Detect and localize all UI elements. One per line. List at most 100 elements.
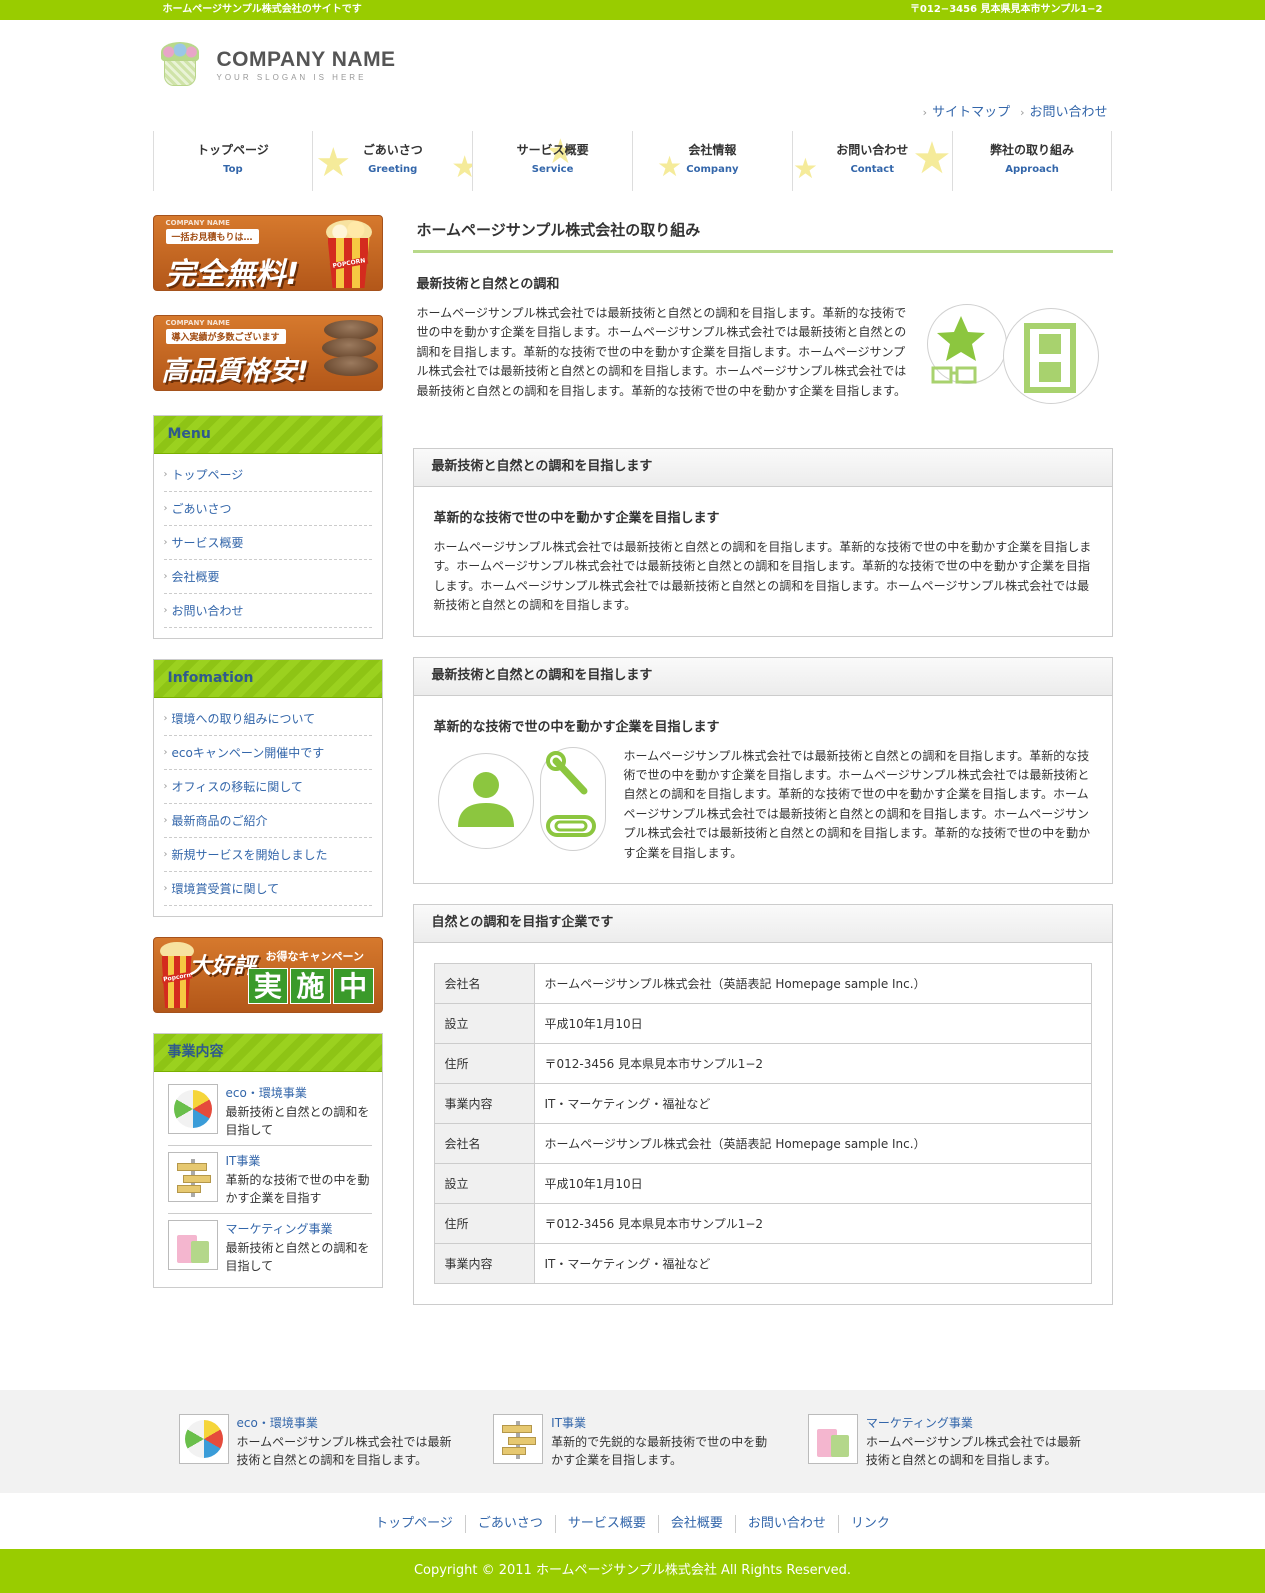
info-item[interactable]: 環境への取り組みについて [163,702,372,736]
table-row: 会社名 ホームページサンプル株式会社（英語表記 Homepage sample I… [433,1123,1092,1165]
business-item-title[interactable]: eco・環境事業 [226,1084,372,1101]
business-item[interactable]: IT事業 革新的な技術で世の中を動かす企業を目指す [167,1152,372,1214]
table-label: 事業内容 [433,1083,535,1125]
table-value: 〒012-3456 見本県見本市サンプル1−2 [533,1043,1092,1085]
menu-item-greeting[interactable]: ごあいさつ [163,492,372,526]
menu-item-top[interactable]: トップページ [163,458,372,492]
free-estimate-banner[interactable]: COMPANY NAME 一括お見積もりは… 完全無料! POPCORN [152,215,383,291]
footer: eco・環境事業 ホームページサンプル株式会社では最新技術と自然との調和を目指し… [0,1390,1265,1593]
gnav-sublabel: Top [223,164,243,175]
business-item-desc: 最新技術と自然との調和を目指して [225,1105,370,1137]
business-item[interactable]: マーケティング事業 最新技術と自然との調和を目指して [167,1220,372,1281]
business-title: 事業内容 [153,1034,382,1072]
footer-business-desc: 革新的で先鋭的な最新技術で世の中を動かす企業を目指します。 [551,1435,768,1467]
business-item-desc: 最新技術と自然との調和を目指して [225,1241,370,1273]
star-film-icon [931,316,1076,393]
menu-item-service[interactable]: サービス概要 [163,526,372,560]
footer-business-title[interactable]: IT事業 [551,1414,778,1431]
star-film-illustration [926,304,1107,414]
sitemap-link[interactable]: サイトマップ [923,101,1010,120]
beach-ball-icon [178,1414,229,1464]
page-title: ホームページサンプル株式会社の取り組み [412,215,1113,253]
footer-link-top[interactable]: トップページ [363,1515,466,1533]
info-item[interactable]: 環境賞受賞に関して [163,872,372,906]
company-name: COMPANY NAME [216,48,396,71]
table-value: ホームページサンプル株式会社（英語表記 Homepage sample Inc.… [533,1123,1092,1165]
gnav-top[interactable]: トップページ Top [154,131,314,191]
table-label: 設立 [433,1003,535,1045]
gnav-label: トップページ [197,143,269,157]
table-value: IT・マーケティング・福祉など [533,1243,1092,1285]
footer-link-contact[interactable]: お問い合わせ [736,1515,839,1533]
company-slogan: YOUR SLOGAN IS HERE [216,73,367,82]
table-row: 設立 平成10年1月10日 [433,1163,1092,1205]
panel-heading: 最新技術と自然との調和を目指します [413,657,1112,696]
panel-heading: 自然との調和を目指す企業です [413,905,1112,944]
table-label: 事業内容 [433,1243,535,1285]
table-row: 住所 〒012-3456 見本県見本市サンプル1−2 [433,1203,1092,1245]
table-row: 会社名 ホームページサンプル株式会社（英語表記 Homepage sample I… [433,963,1092,1005]
info-item[interactable]: オフィスの移転に関して [163,770,372,804]
gnav-sublabel: Company [686,164,739,175]
table-row: 設立 平成10年1月10日 [433,1003,1092,1045]
footer-business-title[interactable]: eco・環境事業 [237,1414,464,1431]
gnav-sublabel: Service [531,164,574,175]
info-item[interactable]: ecoキャンペーン開催中です [163,736,372,770]
table-value: IT・マーケティング・福祉など [533,1083,1092,1125]
campaign-char: 施 [290,968,331,1004]
banner-main: 高品質格安! [161,356,309,387]
campaign-banner[interactable]: Popcorn 大好評 お得なキャンペーン 実 施 中 [152,937,383,1013]
footer-business-item[interactable]: eco・環境事業 ホームページサンプル株式会社では最新技術と自然との調和を目指し… [178,1414,464,1469]
signpost-icon [493,1414,544,1464]
panel-subheading: 革新的な技術で世の中を動かす企業を目指します [433,719,720,735]
table-row: 住所 〒012-3456 見本県見本市サンプル1−2 [433,1043,1092,1085]
business-box: 事業内容 eco・環境事業 最新技術と自然との調和を目指して IT事業 革新的な… [152,1033,383,1288]
business-item-title[interactable]: マーケティング事業 [226,1220,372,1237]
gnav-greeting[interactable]: ★ ★ ごあいさつ Greeting [313,131,474,191]
beach-ball-icon [167,1084,218,1134]
sidebar: COMPANY NAME 一括お見積もりは… 完全無料! POPCORN COM… [152,215,383,1308]
company-info-panel: 自然との調和を目指す企業です 会社名 ホームページサンプル株式会社（英語表記 Ho… [412,904,1113,1306]
banner-sub: 一括お見積もりは… [165,229,259,244]
table-value: 〒012-3456 見本県見本市サンプル1−2 [533,1203,1092,1245]
business-item[interactable]: eco・環境事業 最新技術と自然との調和を目指して [167,1084,372,1146]
gnav-sublabel: Contact [850,164,895,175]
logo[interactable]: COMPANY NAME YOUR SLOGAN IS HERE [159,42,396,88]
shopping-bags-icon [167,1220,218,1270]
footer-link-links[interactable]: リンク [839,1515,902,1533]
menu-item-company[interactable]: 会社概要 [163,560,372,594]
main-content: ホームページサンプル株式会社の取り組み 最新技術と自然との調和 ホームページサン… [412,215,1113,1308]
footer-business-title[interactable]: マーケティング事業 [866,1414,1093,1431]
intro-section: 最新技術と自然との調和 ホームページサンプル株式会社では最新技術と自然との調和を… [413,253,1113,414]
info-box: Infomation 環境への取り組みについて ecoキャンペーン開催中です オ… [152,659,383,917]
footer-link-service[interactable]: サービス概要 [556,1515,659,1533]
info-item[interactable]: 最新商品のご紹介 [163,804,372,838]
gnav-service[interactable]: ★ サービス概要 Service [473,131,633,191]
footer-link-greeting[interactable]: ごあいさつ [466,1515,556,1533]
menu-title: Menu [153,416,382,454]
footer-business-item[interactable]: マーケティング事業 ホームページサンプル株式会社では最新技術と自然との調和を目指… [807,1414,1093,1469]
banner-company: COMPANY NAME [165,219,230,227]
banner-main: 完全無料! [165,257,300,291]
table-label: 住所 [433,1203,535,1245]
panel-heading: 最新技術と自然との調和を目指します [413,449,1112,487]
contact-link[interactable]: お問い合わせ [1020,101,1107,120]
business-item-title[interactable]: IT事業 [226,1152,372,1169]
panel-text: ホームページサンプル株式会社では最新技術と自然との調和を目指します。革新的な技術… [433,540,1092,613]
macaron-icon [318,316,382,390]
gnav-company[interactable]: ★ 会社情報 Company [633,131,793,191]
menu-item-contact[interactable]: お問い合わせ [163,594,372,628]
gnav-approach[interactable]: 弊社の取り組み Approach [953,131,1113,191]
panel-subheading: 革新的な技術で世の中を動かす企業を目指します [433,511,720,526]
gnav-label: お問い合わせ [836,143,909,157]
footer-link-company[interactable]: 会社概要 [659,1515,736,1533]
top-address: 〒012−3456 見本県見本市サンプル1−2 [909,4,1103,15]
signpost-icon [167,1152,218,1202]
quality-banner[interactable]: COMPANY NAME 導入実績が多数ございます 高品質格安! [152,315,383,391]
table-label: 会社名 [433,963,535,1005]
user-tools-icon [457,750,596,837]
footer-business-item[interactable]: IT事業 革新的で先鋭的な最新技術で世の中を動かす企業を目指します。 [493,1414,778,1469]
gnav-label: ごあいさつ [362,143,423,157]
gnav-contact[interactable]: ★ ★ お問い合わせ Contact [793,131,953,191]
info-item[interactable]: 新規サービスを開始しました [163,838,372,872]
